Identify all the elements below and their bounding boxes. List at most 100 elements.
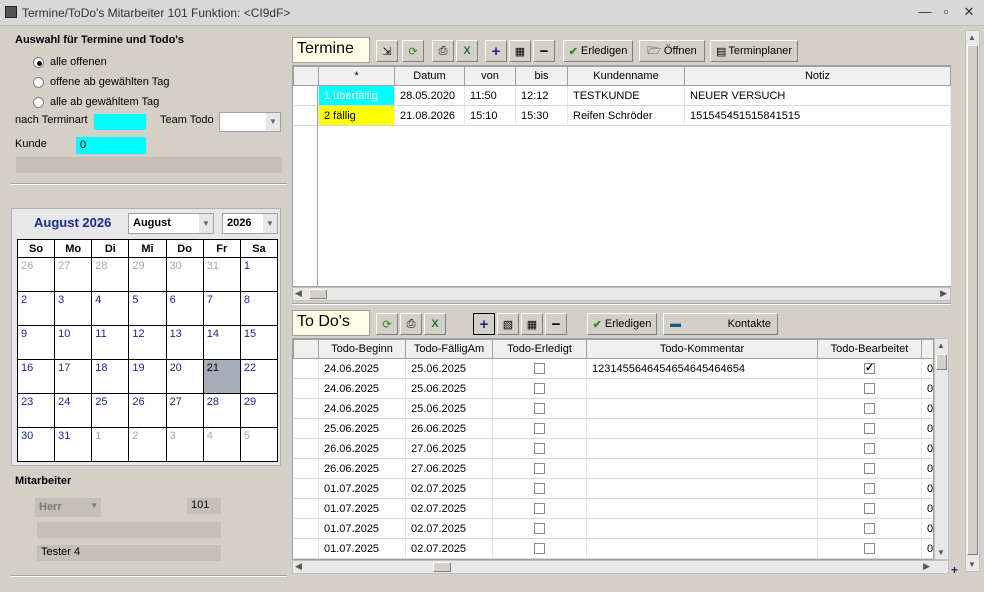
cell-faellig[interactable]: 25.06.2025 — [405, 358, 493, 379]
calendar-day[interactable]: 29 — [239, 393, 279, 428]
cell-faellig[interactable]: 02.07.2025 — [405, 518, 493, 539]
calendar-day[interactable]: 2 — [128, 427, 167, 462]
bearbeitet-checkbox[interactable] — [864, 503, 875, 515]
cell-kommentar[interactable] — [586, 498, 818, 519]
cell-beginn[interactable]: 01.07.2025 — [318, 478, 406, 499]
calendar-day[interactable]: 31 — [54, 427, 93, 462]
chevron-down-icon[interactable]: ▼ — [199, 214, 213, 233]
scroll-left-icon[interactable]: ◀ — [295, 288, 302, 299]
row-selector[interactable] — [293, 538, 319, 559]
cell-extra[interactable]: 0 — [921, 378, 933, 399]
cell-kommentar[interactable] — [586, 418, 818, 439]
bearbeitet-checkbox[interactable] — [864, 483, 875, 495]
calendar-day[interactable]: 20 — [165, 359, 204, 394]
calendar-day[interactable]: 3 — [165, 427, 204, 462]
excel-icon[interactable]: X — [456, 40, 478, 62]
cell-beginn[interactable]: 26.06.2025 — [318, 438, 406, 459]
erledigt-checkbox[interactable] — [534, 483, 545, 495]
refresh-icon[interactable]: ⟳ — [376, 313, 398, 335]
cell-notiz[interactable]: 151545451515841515 — [684, 105, 951, 126]
scroll-thumb[interactable] — [433, 562, 451, 572]
calendar-day[interactable]: 6 — [165, 291, 204, 326]
add-row-icon[interactable]: + — [951, 563, 958, 577]
termine-erledigen-button[interactable]: ✔ Erledigen — [563, 40, 633, 62]
calendar-day[interactable]: 5 — [239, 427, 279, 462]
calendar-day[interactable]: 30 — [16, 427, 56, 462]
add-icon[interactable]: + — [473, 313, 495, 335]
cell-datum[interactable]: 21.08.2026 — [394, 105, 465, 126]
remove-icon[interactable]: − — [545, 313, 567, 335]
refresh-icon[interactable]: ⟳ — [402, 40, 424, 62]
terminplaner-button[interactable]: ▤ Terminplaner — [710, 40, 798, 62]
cell-erledigt[interactable] — [492, 378, 587, 399]
calendar-day[interactable]: 1 — [239, 257, 279, 292]
kunde-field[interactable]: 0 — [76, 137, 146, 154]
cell-notiz[interactable]: NEUER VERSUCH — [684, 85, 951, 106]
calendar-day[interactable]: 24 — [54, 393, 93, 428]
cell-erledigt[interactable] — [492, 518, 587, 539]
calendar-day[interactable]: 26 — [128, 393, 167, 428]
cell-extra[interactable]: 0 — [921, 418, 933, 439]
remove-icon[interactable]: − — [533, 40, 555, 62]
year-select[interactable]: 2026 ▼ — [222, 213, 278, 234]
cell-bearbeitet[interactable] — [817, 538, 922, 559]
cell-bearbeitet[interactable] — [817, 358, 922, 379]
cell-erledigt[interactable] — [492, 498, 587, 519]
todos-erledigen-button[interactable]: ✔ Erledigen — [587, 313, 657, 335]
calendar-day[interactable]: 7 — [202, 291, 241, 326]
bearbeitet-checkbox[interactable] — [864, 543, 875, 555]
column-header[interactable]: Todo-Kommentar — [586, 339, 818, 359]
calendar-day[interactable]: 31 — [202, 257, 241, 292]
excel-icon[interactable]: X — [424, 313, 446, 335]
column-header[interactable]: Notiz — [684, 66, 951, 86]
erledigt-checkbox[interactable] — [534, 463, 545, 475]
cell-kommentar[interactable] — [586, 458, 818, 479]
scroll-thumb[interactable] — [309, 289, 327, 299]
close-icon[interactable]: ✕ — [960, 4, 978, 20]
cell-kommentar[interactable] — [586, 398, 818, 419]
cell-kommentar[interactable]: 1231455646454654645464654 — [586, 358, 818, 379]
row-selector[interactable] — [293, 498, 319, 519]
cell-extra[interactable]: 0 — [921, 438, 933, 459]
cell-erledigt[interactable] — [492, 398, 587, 419]
cell-bearbeitet[interactable] — [817, 478, 922, 499]
radio-alle-offenen[interactable]: alle offenen — [33, 56, 107, 68]
bearbeitet-checkbox[interactable] — [864, 403, 875, 415]
todos-vscrollbar[interactable]: ▲ ▼ — [934, 338, 949, 560]
radio-button[interactable] — [33, 56, 44, 68]
calendar-day[interactable]: 8 — [239, 291, 279, 326]
chevron-down-icon[interactable]: ▼ — [90, 501, 98, 510]
calendar-day[interactable]: 27 — [54, 257, 93, 292]
cell-bearbeitet[interactable] — [817, 378, 922, 399]
calendar-day[interactable]: 3 — [54, 291, 93, 326]
calendar-day[interactable]: 23 — [16, 393, 56, 428]
cell-bearbeitet[interactable] — [817, 398, 922, 419]
kontakte-button[interactable]: ▬ Kontakte — [663, 313, 778, 335]
table-row[interactable]: 01.07.2025 02.07.2025 0 — [293, 538, 933, 559]
calendar-day[interactable]: 18 — [91, 359, 130, 394]
terminart-field[interactable] — [94, 114, 146, 130]
row-selector[interactable] — [293, 378, 319, 399]
calendar-day[interactable]: 4 — [202, 427, 241, 462]
scroll-thumb[interactable] — [967, 45, 978, 555]
row-selector[interactable] — [293, 358, 319, 379]
row-selector[interactable] — [293, 398, 319, 419]
calendar-day[interactable]: 2 — [16, 291, 56, 326]
cell-beginn[interactable]: 24.06.2025 — [318, 398, 406, 419]
cell-erledigt[interactable] — [492, 438, 587, 459]
calendar-day[interactable]: 28 — [91, 257, 130, 292]
table-row[interactable]: 26.06.2025 27.06.2025 0 — [293, 438, 933, 459]
calendar-day[interactable]: 13 — [165, 325, 204, 360]
calendar-day[interactable]: 14 — [202, 325, 241, 360]
cell-status[interactable]: 1 überfällig — [318, 85, 395, 106]
cell-kommentar[interactable] — [586, 518, 818, 539]
radio-button[interactable] — [33, 96, 44, 108]
column-header[interactable] — [921, 339, 933, 359]
month-select[interactable]: August ▼ — [128, 213, 214, 234]
erledigt-checkbox[interactable] — [534, 523, 545, 535]
cell-faellig[interactable]: 27.06.2025 — [405, 458, 493, 479]
cell-bearbeitet[interactable] — [817, 418, 922, 439]
column-header[interactable]: * — [318, 66, 395, 86]
erledigt-checkbox[interactable] — [534, 423, 545, 435]
cell-bis[interactable]: 15:30 — [515, 105, 568, 126]
